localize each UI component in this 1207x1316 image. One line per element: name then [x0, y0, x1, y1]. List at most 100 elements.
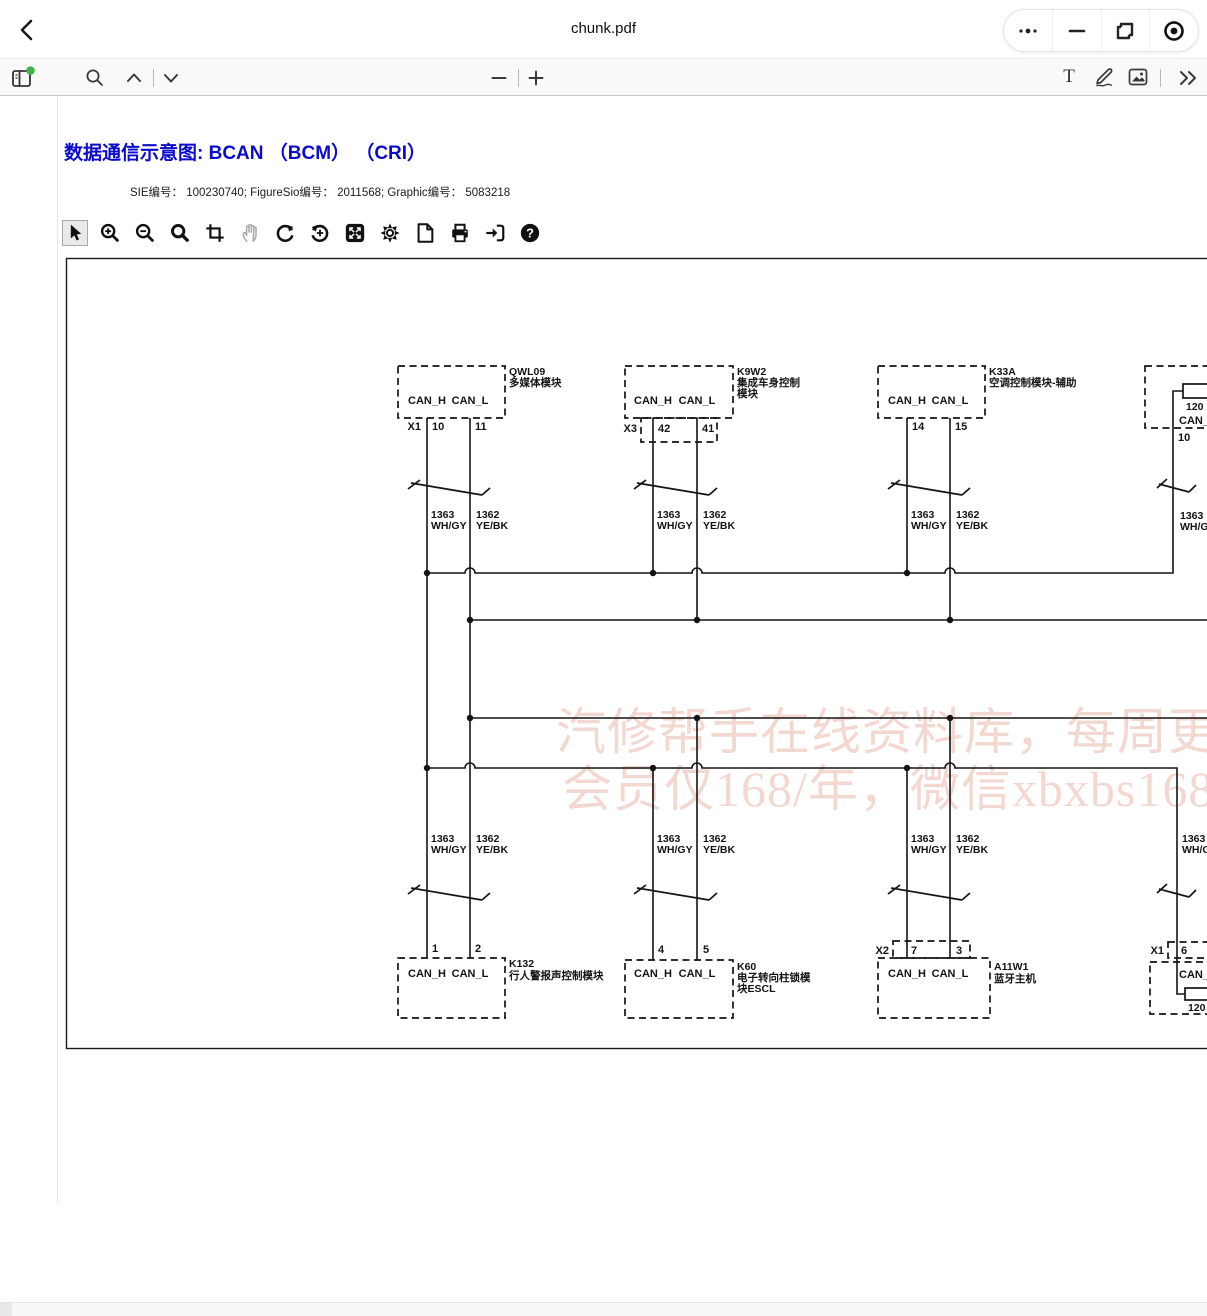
can-h-label: CAN_H — [888, 968, 926, 980]
module-terminator-bottom: X1 6 CAN_H 120 Ω — [1151, 945, 1207, 1014]
pdf-toolbar: / 13 100% T — [0, 58, 1207, 96]
module-k33a: K33A 空调控制模块-辅助 CAN_H CAN_L 14 15 — [888, 366, 1076, 433]
wire-labels-top: 1363 WH/GY 1362 YE/BK 1363 WH/GY 1362 YE… — [431, 509, 1207, 533]
search-icon — [84, 67, 106, 89]
next-page-button[interactable] — [158, 65, 184, 91]
pdf-viewer-window: { "window": { "title": "chunk.pdf" }, "t… — [0, 0, 1207, 1316]
module-box-qwl09 — [398, 366, 505, 418]
minimize-icon — [1064, 18, 1090, 44]
connector-box-terminator-bottom-x1 — [1168, 942, 1207, 958]
wire-color: WH/GY — [1182, 844, 1207, 856]
can-bus-wires — [427, 391, 1207, 994]
module-desc: 块ESCL — [737, 982, 776, 995]
module-a11w1: X2 7 3 CAN_H CAN_L A11W1 蓝牙主机 — [876, 945, 1037, 985]
pin-h: 42 — [658, 423, 670, 435]
pin-h: 4 — [658, 944, 665, 956]
module-box-k33a — [878, 366, 985, 418]
connector-label: X2 — [876, 945, 889, 957]
pin-l: 11 — [475, 421, 487, 433]
connector-label: X1 — [1151, 945, 1164, 957]
wire-labels-bottom: 1363 WH/GY 1362 YE/BK 1363 WH/GY 1362 YE… — [431, 833, 1207, 856]
wire-color: WH/GY — [1180, 521, 1207, 533]
toolbar-separator — [1160, 69, 1161, 87]
can-l-label: CAN_L — [679, 968, 716, 980]
minus-icon — [489, 68, 509, 88]
can-l-label: CAN_L — [932, 395, 969, 407]
pdf-page: 数据通信示意图: BCAN （BCM） （CRI） SIE编号： 1002307… — [0, 96, 1207, 1316]
resistor-label: 120 Ω — [1186, 401, 1207, 413]
module-terminator-top: 120 Ω CAN_H 10 — [1178, 401, 1207, 444]
wiring-diagram: QWL09 多媒体模块 CAN_H CAN_L X1 10 11 K9W2 集成… — [0, 96, 1207, 1316]
terminating-resistors — [1183, 384, 1207, 1000]
more-tools-button[interactable] — [1174, 65, 1202, 91]
titlebar: chunk.pdf — [0, 0, 1207, 58]
pin-h: 7 — [911, 945, 917, 957]
restore-button[interactable] — [1101, 10, 1150, 51]
can-l-label: CAN_L — [932, 968, 969, 980]
wire-color: YE/BK — [476, 844, 509, 856]
pin-h: 6 — [1181, 945, 1187, 957]
resistor-top — [1183, 384, 1207, 398]
module-desc: 多媒体模块 — [509, 376, 562, 389]
wire-color: YE/BK — [703, 520, 736, 532]
connector-label: X1 — [408, 421, 421, 433]
wire-color: YE/BK — [476, 520, 509, 532]
find-button[interactable] — [82, 65, 108, 91]
can-h-label: CAN_H — [634, 395, 672, 407]
pin-h: 10 — [432, 421, 444, 433]
wire-color: WH/GY — [911, 844, 947, 856]
more-options-button[interactable] — [1004, 10, 1052, 51]
zoom-out-button[interactable] — [486, 65, 512, 91]
can-h-label: CAN_H — [634, 968, 672, 980]
can-l-label: CAN_L — [679, 395, 716, 407]
can-l-label: CAN_L — [452, 968, 489, 980]
module-code: K132 — [509, 958, 534, 970]
junction-dots — [424, 570, 953, 771]
module-box-a11w1 — [878, 958, 990, 1018]
window-controls — [1003, 9, 1199, 52]
pin-l: 5 — [703, 944, 709, 956]
module-k9w2: K9W2 集成车身控制 模块 CAN_H CAN_L X3 42 41 — [624, 366, 800, 435]
pin-h: 1 — [432, 943, 438, 955]
sidebar-toggle-button[interactable] — [8, 63, 38, 93]
module-qwl09: QWL09 多媒体模块 CAN_H CAN_L X1 10 11 — [408, 366, 562, 433]
wire-color: WH/GY — [657, 520, 693, 532]
chevron-down-icon — [161, 68, 181, 88]
record-button[interactable] — [1149, 10, 1198, 51]
double-chevron-right-icon — [1176, 68, 1200, 88]
image-icon — [1126, 65, 1150, 89]
can-h-label: CAN_H — [1179, 969, 1207, 981]
pin-l: 2 — [475, 943, 481, 955]
module-code: A11W1 — [994, 961, 1029, 973]
pen-icon — [1092, 65, 1116, 89]
toolbar-separator — [153, 69, 154, 87]
module-desc: 模块 — [737, 387, 758, 400]
can-h-label: CAN_H — [408, 395, 446, 407]
minimize-button[interactable] — [1052, 10, 1101, 51]
wire-color: WH/GY — [911, 520, 947, 532]
image-annotation-button[interactable] — [1125, 64, 1151, 90]
previous-page-button[interactable] — [121, 65, 147, 91]
module-box-k9w2 — [625, 366, 733, 418]
module-k132: 1 2 CAN_H CAN_L K132 行人警报声控制模块 — [408, 943, 604, 982]
pin-l: 3 — [956, 945, 962, 957]
text-tool-icon: T — [1063, 66, 1075, 88]
module-desc: 行人警报声控制模块 — [508, 969, 604, 982]
restore-icon — [1112, 18, 1138, 44]
can-h-label: CAN_H — [408, 968, 446, 980]
resistor-label: 120 Ω — [1188, 1002, 1207, 1014]
module-desc: 蓝牙主机 — [994, 972, 1036, 985]
module-desc: 空调控制模块-辅助 — [989, 376, 1077, 389]
text-annotation-button[interactable]: T — [1056, 64, 1082, 90]
draw-annotation-button[interactable] — [1091, 64, 1117, 90]
zoom-in-button[interactable] — [523, 65, 549, 91]
toolbar-separator — [518, 69, 519, 87]
plus-icon — [526, 68, 546, 88]
pin-h: 10 — [1178, 432, 1190, 444]
wire-color: WH/GY — [431, 844, 467, 856]
can-h-label: CAN_H — [1179, 415, 1207, 427]
can-h-bus-bottom — [427, 763, 1185, 994]
connector-label: X3 — [624, 423, 637, 435]
chevron-up-icon — [124, 68, 144, 88]
sidebar-icon — [10, 65, 36, 91]
